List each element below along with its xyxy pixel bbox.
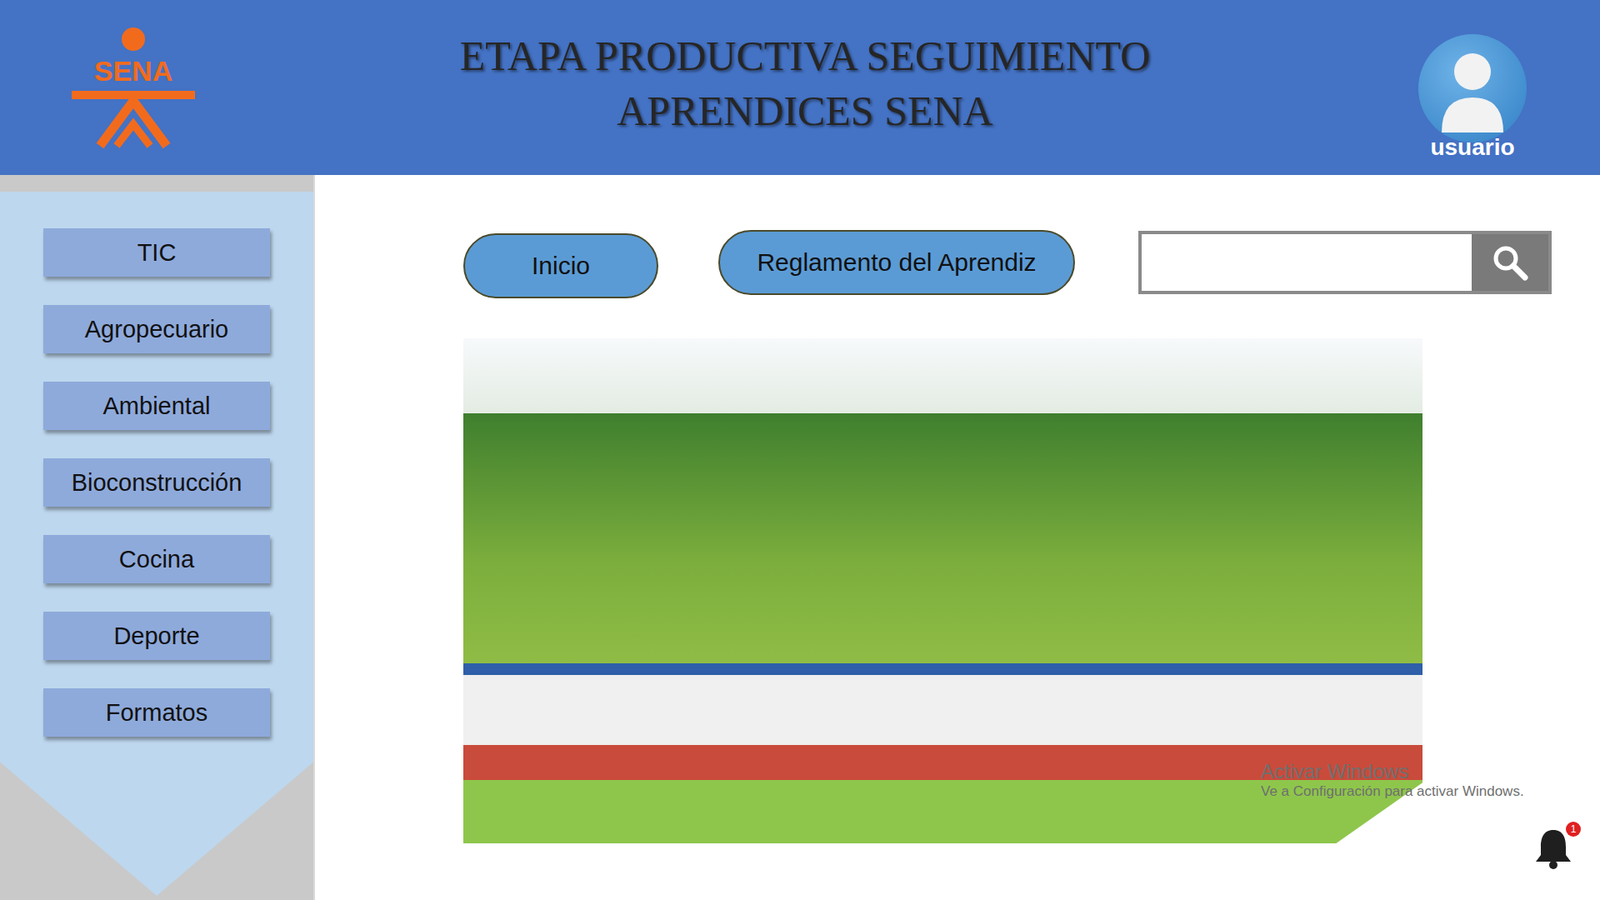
user-label: usuario <box>1430 134 1515 166</box>
svg-text:SENA: SENA <box>94 55 173 87</box>
sidebar-item[interactable]: Formatos <box>43 688 270 737</box>
user-avatar-icon <box>1418 34 1527 143</box>
sidebar-item[interactable]: Deporte <box>43 611 270 660</box>
main-content: Inicio Reglamento del Aprendiz Activar Win… <box>315 175 1600 900</box>
sena-logo[interactable]: SENA <box>66 20 200 155</box>
notification-badge: 1 <box>1565 821 1581 837</box>
page-title: ETAPA PRODUCTIVA SEGUIMIENTOAPRENDICES S… <box>200 28 1410 147</box>
user-menu[interactable]: usuario <box>1410 9 1535 166</box>
toolbar: Inicio Reglamento del Aprendiz <box>463 226 1600 299</box>
page: SENA ETAPA PRODUCTIVA SEGUIMIENTOAPRENDIC… <box>0 0 1600 900</box>
sidebar: TIC Agropecuario Ambiental Bioconstrucción C… <box>0 175 315 900</box>
sidebar-panel: TIC Agropecuario Ambiental Bioconstrucción C… <box>0 191 314 896</box>
nav-button[interactable]: Reglamento del Aprendiz <box>718 230 1075 295</box>
sidebar-item[interactable]: TIC <box>43 228 270 277</box>
title-line: APRENDICES SENA <box>200 83 1410 139</box>
activation-watermark: Activar WindowsVe a Configuración para a… <box>1260 760 1525 800</box>
sidebar-item[interactable]: Bioconstrucción <box>43 458 270 507</box>
search-button[interactable] <box>1471 234 1549 291</box>
title-line: ETAPA PRODUCTIVA SEGUIMIENTO <box>200 28 1410 84</box>
magnifier-icon <box>1490 243 1530 282</box>
body: TIC Agropecuario Ambiental Bioconstrucción C… <box>0 175 1600 900</box>
sidebar-item[interactable]: Ambiental <box>43 381 270 430</box>
header: SENA ETAPA PRODUCTIVA SEGUIMIENTOAPRENDIC… <box>0 0 1600 175</box>
sidebar-item[interactable]: Cocina <box>43 535 270 584</box>
sidebar-item[interactable]: Agropecuario <box>43 305 270 354</box>
search-box <box>1138 230 1552 295</box>
watermark-title: Activar Windows <box>1260 760 1525 784</box>
nav-button[interactable]: Inicio <box>463 233 659 299</box>
notifications-button[interactable]: 1 <box>1532 825 1575 870</box>
sena-logo-icon: SENA <box>66 20 200 155</box>
search-input[interactable] <box>1141 234 1472 291</box>
watermark-subtitle: Ve a Configuración para activar Windows. <box>1260 783 1525 800</box>
